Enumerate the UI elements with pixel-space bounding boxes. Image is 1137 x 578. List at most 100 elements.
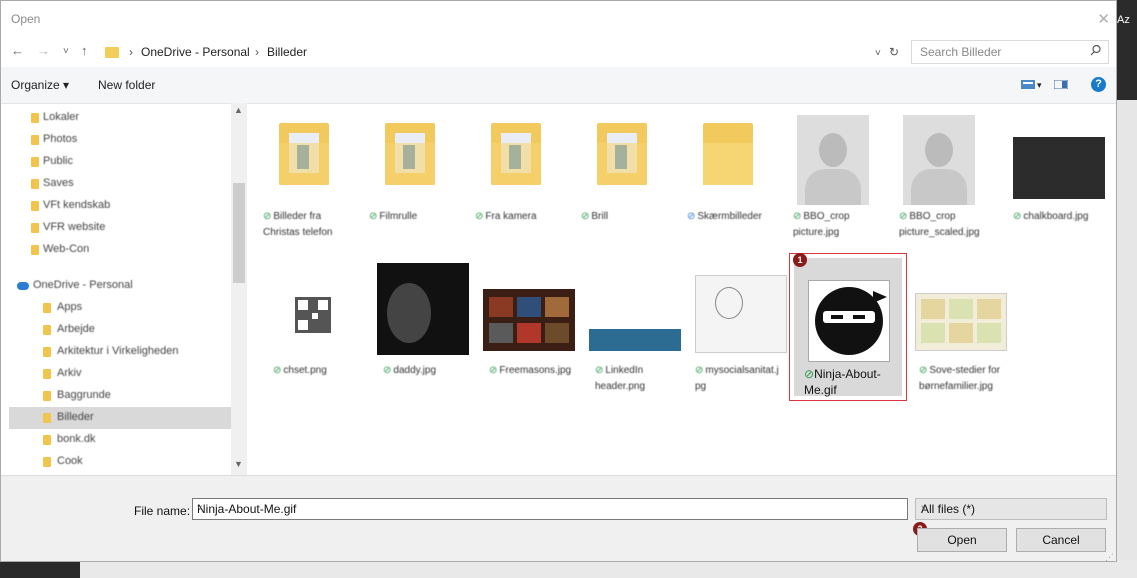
image-thumbnail <box>1013 109 1105 201</box>
up-icon[interactable]: ↑ <box>81 43 88 58</box>
ninja-thumbnail <box>808 280 890 362</box>
folder-icon <box>43 347 51 357</box>
dialog-footer: File name: Ninja-About-Me.gif ˅ All file… <box>1 475 1116 561</box>
backdrop-app: Az <box>1117 0 1137 578</box>
breadcrumb-onedrive[interactable]: OneDrive - Personal <box>141 45 250 59</box>
navigation-row: ← → ˅ ↑ › OneDrive - Personal › Billeder… <box>1 37 1116 67</box>
recent-locations-icon[interactable]: ˅ <box>63 46 69 57</box>
sidebar-item-cook[interactable]: Cook <box>9 451 231 473</box>
refresh-icon[interactable]: ↻ <box>889 45 899 59</box>
sidebar-item-saves[interactable]: Saves <box>9 173 231 195</box>
help-icon[interactable]: ? <box>1091 77 1106 92</box>
search-box[interactable]: Search Billeder <box>911 40 1109 64</box>
image-thumbnail <box>589 263 681 355</box>
search-icon[interactable] <box>1090 44 1101 57</box>
sidebar-item-public[interactable]: Public <box>9 151 231 173</box>
selected-file-item[interactable]: ⊘Ninja-About-Me.gif <box>789 253 907 401</box>
sidebar-item-vfr-website[interactable]: VFR website <box>9 217 231 239</box>
sidebar-item-label: Public <box>43 155 73 167</box>
folder-icon <box>105 47 119 58</box>
sidebar-item-baggrunde[interactable]: Baggrunde <box>9 385 231 407</box>
image-thumbnail <box>483 263 575 355</box>
new-folder-button[interactable]: New folder <box>98 78 155 92</box>
folder-icon <box>43 413 51 423</box>
sync-status-icon: ⊘ <box>369 211 378 222</box>
sidebar-item-label: VFR website <box>43 221 106 233</box>
sync-status-icon: ⊘ <box>273 365 282 376</box>
cloud-icon <box>17 282 29 290</box>
scroll-up-icon[interactable]: ▲ <box>234 105 243 115</box>
sync-status-icon: ⊘ <box>695 365 704 376</box>
sync-status-icon: ⊘ <box>1013 211 1022 222</box>
sync-status-icon: ⊘ <box>475 211 484 222</box>
backdrop-dark-panel <box>0 560 80 578</box>
file-name: ⊘ chalkboard.jpg <box>1013 211 1089 222</box>
file-name: ⊘Ninja-About-Me.gif <box>804 367 881 397</box>
folder-icon <box>43 435 51 445</box>
file-type-select[interactable]: All files (*) ˅ <box>915 498 1107 520</box>
sidebar-item-label: Billeder <box>57 411 94 423</box>
sync-status-icon: ⊘ <box>383 365 392 376</box>
chevron-down-icon[interactable]: ˅ <box>921 503 1098 513</box>
folder-icon <box>31 245 39 255</box>
sidebar-item-label: Apps <box>57 301 83 313</box>
scrollbar-thumb[interactable] <box>233 183 245 283</box>
sidebar-item-label: Arkitektur i Virkeligheden <box>57 345 179 357</box>
sidebar-item-label: Baggrunde <box>57 389 111 401</box>
sidebar-item-label: Photos <box>43 133 78 145</box>
file-name: ⊘ BBO_crop picture.jpg <box>793 211 850 238</box>
breadcrumb-separator: › <box>255 45 259 59</box>
organize-button[interactable]: Organize ▾ <box>11 78 69 92</box>
breadcrumb-separator: › <box>129 45 133 59</box>
selection-highlight: ⊘Ninja-About-Me.gif <box>794 258 902 397</box>
sidebar-item-web-con[interactable]: Web-Con <box>9 239 231 261</box>
sidebar-item-vft[interactable]: VFt kendskab <box>9 195 231 217</box>
breadcrumb-billeder[interactable]: Billeder <box>267 45 307 59</box>
back-icon[interactable]: ← <box>11 43 24 58</box>
sync-status-icon: ⊘ <box>489 365 498 376</box>
chevron-down-icon[interactable]: ˅ <box>197 503 899 513</box>
folder-thumbnail <box>363 109 455 201</box>
dialog-title: Open <box>11 12 41 26</box>
close-icon[interactable]: ✕ <box>1097 10 1110 28</box>
navigation-scrollbar[interactable]: ▲ ▼ <box>231 103 247 475</box>
sidebar-item-photos[interactable]: Photos <box>9 129 231 151</box>
image-thumbnail <box>893 109 985 205</box>
open-button[interactable]: Open <box>917 528 1007 552</box>
file-name: ⊘ chset.png <box>273 365 327 376</box>
folder-icon <box>43 369 51 379</box>
sidebar-item-billeder[interactable]: Billeder <box>9 407 231 429</box>
file-name-field[interactable]: Ninja-About-Me.gif ˅ <box>192 498 908 520</box>
preview-pane-icon[interactable] <box>1054 80 1068 89</box>
sidebar-item-label: Web-Con <box>43 243 90 255</box>
sidebar-item-arkiv[interactable]: Arkiv <box>9 363 231 385</box>
cloud-status-icon: ⊘ <box>687 211 696 222</box>
sidebar-item-lokaler[interactable]: Lokaler <box>9 107 231 129</box>
folder-icon <box>31 201 39 211</box>
forward-icon[interactable]: → <box>37 43 50 58</box>
change-view-icon[interactable] <box>1021 80 1035 89</box>
scroll-down-icon[interactable]: ▼ <box>234 459 243 469</box>
sidebar-item-label: Cook <box>57 455 83 467</box>
address-bar[interactable]: › OneDrive - Personal › Billeder ˅ ↻ <box>105 40 905 64</box>
folder-thumbnail <box>257 109 349 201</box>
sync-status-icon: ⊘ <box>804 367 815 381</box>
cancel-button[interactable]: Cancel <box>1016 528 1106 552</box>
backdrop-bottom <box>0 560 1137 578</box>
resize-grip[interactable]: ⋰ <box>1105 552 1114 561</box>
file-name: ⊘ Billeder fra Christas telefon <box>263 211 333 238</box>
file-name: ⊘ Filmrulle <box>369 211 418 222</box>
sidebar-item-apps[interactable]: Apps <box>9 297 231 319</box>
search-input[interactable]: Search Billeder <box>920 45 1001 59</box>
image-thumbnail <box>915 263 1007 355</box>
sync-status-icon: ⊘ <box>595 365 604 376</box>
sidebar-item-arbejde[interactable]: Arbejde <box>9 319 231 341</box>
sidebar-item-bonk[interactable]: bonk.dk <box>9 429 231 451</box>
file-name: ⊘ Skærmbilleder <box>687 211 762 222</box>
view-dropdown-icon[interactable]: ▾ <box>1037 80 1042 91</box>
sidebar-item-onedrive[interactable]: OneDrive - Personal <box>9 275 231 297</box>
file-name: ⊘ daddy.jpg <box>383 365 437 376</box>
address-dropdown-icon[interactable]: ˅ <box>875 48 881 59</box>
file-name: ⊘ Sove-stedier for børnefamilier.jpg <box>919 365 1000 392</box>
sidebar-item-arkitektur[interactable]: Arkitektur i Virkeligheden <box>9 341 231 363</box>
